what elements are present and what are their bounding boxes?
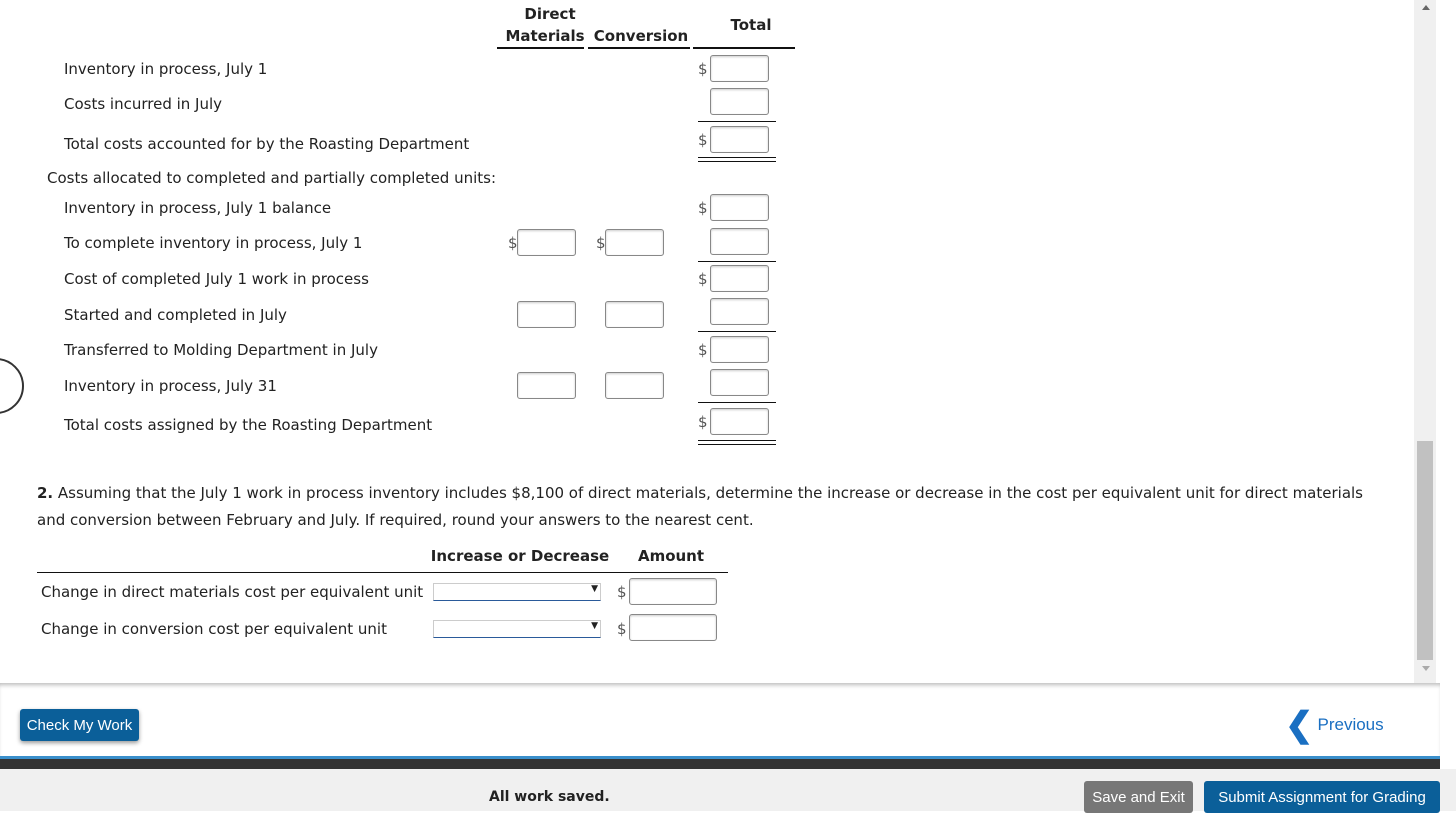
save-status: All work saved. [489,789,610,805]
conversion-amount-input[interactable] [629,614,717,641]
dm-started-completed-input[interactable] [517,301,576,328]
double-divider [698,157,776,162]
row-label: Costs incurred in July [64,95,223,113]
section-label: Costs allocated to completed and partial… [47,169,497,187]
row-label: To complete inventory in process, July 1 [64,234,363,252]
dollar-sign: $ [698,60,708,78]
previous-button[interactable]: ❮ Previous [1285,706,1384,744]
total-cost-completed-input[interactable] [710,265,769,292]
row-label: Cost of completed July 1 work in process [64,270,369,288]
previous-label: Previous [1317,715,1384,734]
divider [698,402,776,403]
scroll-down-icon[interactable] [1422,666,1430,671]
dollar-sign: $ [698,413,708,431]
row-label: Transferred to Molding Department in Jul… [64,341,378,359]
double-divider [698,440,776,445]
divider [497,47,584,49]
dropdown-arrow-icon: ▼ [591,584,598,594]
total-inventory-july31-input[interactable] [710,369,769,396]
nav-bar [0,683,1440,756]
question-number: 2. [37,484,54,502]
row-label: Total costs assigned by the Roasting Dep… [64,416,433,434]
total-to-complete-input[interactable] [710,228,769,255]
total-costs-incurred-input[interactable] [710,88,769,115]
divider [698,331,776,332]
dm-inventory-july31-input[interactable] [517,372,576,399]
header-increase-decrease: Increase or Decrease [430,547,610,565]
question-body: Assuming that the July 1 work in process… [37,484,1363,529]
dollar-sign: $ [698,270,708,288]
total-inventory-balance-input[interactable] [710,194,769,221]
divider [698,121,776,122]
scrollbar[interactable] [1414,0,1436,683]
conversion-increase-decrease-select[interactable]: ▼ [433,620,601,638]
scroll-up-icon[interactable] [1422,5,1430,10]
dollar-sign: $ [698,199,708,217]
dm-to-complete-input[interactable] [517,229,576,256]
header-total: Total [730,16,772,34]
side-nav-circle[interactable] [0,358,24,414]
row-label: Change in direct materials cost per equi… [41,583,424,601]
dollar-sign: $ [698,131,708,149]
total-costs-assigned-input[interactable] [710,408,769,435]
dark-bar [0,759,1440,769]
total-transferred-input[interactable] [710,336,769,363]
dm-increase-decrease-select[interactable]: ▼ [433,583,601,601]
dollar-sign: $ [617,583,627,601]
save-and-exit-button[interactable]: Save and Exit [1084,781,1193,813]
header-amount: Amount [637,547,705,565]
dropdown-arrow-icon: ▼ [591,621,598,631]
dm-amount-input[interactable] [629,578,717,605]
scrollbar-thumb[interactable] [1417,441,1433,660]
header-direct: Direct [524,5,576,23]
total-costs-accounted-input[interactable] [710,126,769,153]
conversion-inventory-july31-input[interactable] [605,372,664,399]
submit-assignment-button[interactable]: Submit Assignment for Grading [1204,781,1440,813]
question-text: 2. Assuming that the July 1 work in proc… [37,480,1387,534]
row-label: Started and completed in July [64,306,287,324]
divider [693,47,795,49]
header-materials: Materials [505,27,585,45]
row-label: Inventory in process, July 1 [64,60,268,78]
total-inventory-july1-input[interactable] [710,55,769,82]
row-label: Total costs accounted for by the Roastin… [64,135,470,153]
divider [588,47,690,49]
dollar-sign: $ [698,341,708,359]
check-my-work-button[interactable]: Check My Work [20,709,139,741]
conversion-to-complete-input[interactable] [605,229,664,256]
divider [698,261,776,262]
conversion-started-completed-input[interactable] [605,301,664,328]
dollar-sign: $ [617,620,627,638]
row-label: Inventory in process, July 31 [64,377,277,395]
chevron-left-icon: ❮ [1285,706,1314,744]
row-label: Change in conversion cost per equivalent… [41,620,387,638]
divider [37,572,728,573]
total-started-completed-input[interactable] [710,298,769,325]
row-label: Inventory in process, July 1 balance [64,199,332,217]
header-conversion: Conversion [593,27,689,45]
